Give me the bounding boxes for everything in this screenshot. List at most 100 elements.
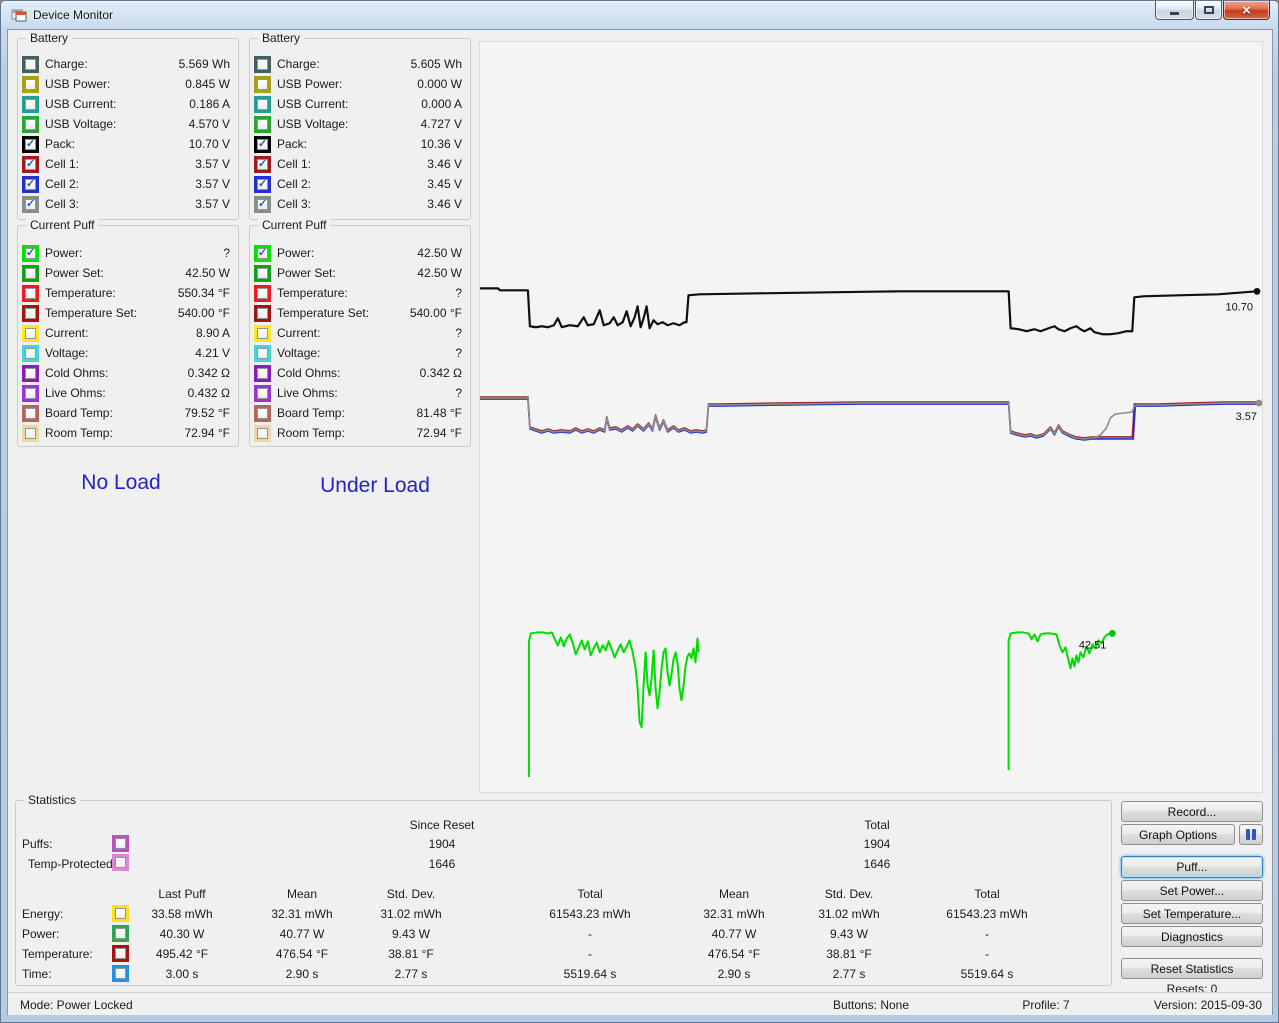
- temp-protected-label: Temp-Protected:: [28, 857, 116, 871]
- diagnostics-button[interactable]: Diagnostics: [1121, 926, 1263, 947]
- live-ohms-checkbox[interactable]: [22, 385, 39, 402]
- metric-label: Room Temp:: [277, 426, 345, 440]
- group-title: Current Puff: [26, 218, 98, 232]
- board-temp-checkbox[interactable]: [254, 405, 271, 422]
- pause-icon: [1246, 829, 1250, 840]
- stat-cell: -: [902, 947, 1072, 961]
- group-title: Battery: [258, 31, 304, 45]
- current-checkbox[interactable]: [254, 325, 271, 342]
- metric-row: Board Temp:81.48 °F: [250, 403, 470, 423]
- metric-row: USB Power:0.000 W: [250, 74, 470, 94]
- temperature-checkbox[interactable]: [22, 285, 39, 302]
- checkmark: [25, 99, 36, 110]
- power-checkbox[interactable]: ✓: [254, 245, 271, 262]
- metric-label: Power Set:: [45, 266, 104, 280]
- reset-statistics-button[interactable]: Reset Statistics: [1121, 958, 1263, 979]
- titlebar[interactable]: Device Monitor ×: [1, 1, 1278, 29]
- cell-2-checkbox[interactable]: ✓: [22, 176, 39, 193]
- room-temp-checkbox[interactable]: [22, 425, 39, 442]
- metric-value: 3.46 V: [427, 197, 462, 211]
- stat-cell: 5519.64 s: [902, 967, 1072, 981]
- voltage-checkbox[interactable]: [254, 345, 271, 362]
- checkmark: [257, 348, 268, 359]
- metric-row: Power Set:42.50 W: [18, 263, 238, 283]
- current-checkbox[interactable]: [22, 325, 39, 342]
- checkmark: [257, 428, 268, 439]
- puff-button[interactable]: Puff...: [1121, 856, 1263, 878]
- cell-1-checkbox[interactable]: ✓: [22, 156, 39, 173]
- cold-ohms-checkbox[interactable]: [254, 365, 271, 382]
- stat-cell: 38.81 °F: [326, 947, 496, 961]
- pack-checkbox[interactable]: ✓: [254, 136, 271, 153]
- cell-3-checkbox[interactable]: ✓: [22, 196, 39, 213]
- minimize-button[interactable]: [1155, 1, 1194, 20]
- temperature-set-checkbox[interactable]: [254, 305, 271, 322]
- metric-label: Cell 2:: [45, 177, 79, 191]
- set-power-button[interactable]: Set Power...: [1121, 880, 1263, 901]
- metric-label: Pack:: [277, 137, 307, 151]
- voltage-power-graph[interactable]: 10.703.5742.51: [479, 41, 1263, 793]
- cell-3-checkbox[interactable]: ✓: [254, 196, 271, 213]
- pause-button[interactable]: [1239, 824, 1263, 845]
- checkmark: [25, 79, 36, 90]
- cell-2-checkbox[interactable]: ✓: [254, 176, 271, 193]
- checkmark: [257, 268, 268, 279]
- metric-label: Board Temp:: [277, 406, 345, 420]
- power-set-checkbox[interactable]: [22, 265, 39, 282]
- puffs-count: 1904: [792, 837, 962, 851]
- metric-row: ✓Cell 1:3.57 V: [18, 154, 238, 174]
- metric-value: ?: [455, 346, 462, 360]
- metric-row: Voltage:?: [250, 343, 470, 363]
- temp-protected-checkbox[interactable]: [112, 854, 129, 871]
- set-temperature-button[interactable]: Set Temperature...: [1121, 903, 1263, 924]
- checkmark: [115, 857, 126, 868]
- checkmark: [257, 388, 268, 399]
- metric-value: 79.52 °F: [185, 406, 231, 420]
- metric-value: 3.57 V: [195, 197, 230, 211]
- charge-checkbox[interactable]: [254, 56, 271, 73]
- voltage-checkbox[interactable]: [22, 345, 39, 362]
- usb-power-checkbox[interactable]: [22, 76, 39, 93]
- usb-voltage-checkbox[interactable]: [254, 116, 271, 133]
- puffs-checkbox[interactable]: [112, 835, 129, 852]
- room-temp-checkbox[interactable]: [254, 425, 271, 442]
- metric-label: Current:: [277, 326, 320, 340]
- metric-row: Current:?: [250, 323, 470, 343]
- cell-1-checkbox[interactable]: ✓: [254, 156, 271, 173]
- metric-label: Cell 2:: [277, 177, 311, 191]
- maximize-button[interactable]: [1195, 1, 1222, 20]
- usb-voltage-checkbox[interactable]: [22, 116, 39, 133]
- stat-cell: -: [902, 927, 1072, 941]
- board-temp-checkbox[interactable]: [22, 405, 39, 422]
- checkmark: [25, 119, 36, 130]
- metric-row: ✓Power:?: [18, 243, 238, 263]
- maximize-icon: [1204, 6, 1214, 14]
- stat-section-header: Total: [792, 818, 962, 832]
- usb-current-checkbox[interactable]: [254, 96, 271, 113]
- live-ohms-checkbox[interactable]: [254, 385, 271, 402]
- close-button[interactable]: ×: [1223, 1, 1270, 20]
- metric-row: ✓Cell 2:3.45 V: [250, 174, 470, 194]
- charge-checkbox[interactable]: [22, 56, 39, 73]
- usb-power-checkbox[interactable]: [254, 76, 271, 93]
- power-set-checkbox[interactable]: [254, 265, 271, 282]
- status-version: Version: 2015-09-30: [1154, 998, 1262, 1012]
- metric-label: Live Ohms:: [277, 386, 338, 400]
- cold-ohms-checkbox[interactable]: [22, 365, 39, 382]
- stat-col-header: Std. Dev.: [326, 887, 496, 901]
- pack-checkbox[interactable]: ✓: [22, 136, 39, 153]
- metric-label: Cell 1:: [277, 157, 311, 171]
- graph-options-button[interactable]: Graph Options: [1121, 824, 1235, 845]
- series-power-puff-1: [529, 632, 699, 777]
- metric-label: Current:: [45, 326, 88, 340]
- metric-label: USB Current:: [45, 97, 116, 111]
- metric-label: Power:: [277, 246, 314, 260]
- temperature-set-checkbox[interactable]: [22, 305, 39, 322]
- metric-row: Power Set:42.50 W: [250, 263, 470, 283]
- checkmark: [25, 328, 36, 339]
- power-checkbox[interactable]: ✓: [22, 245, 39, 262]
- temperature-checkbox[interactable]: [254, 285, 271, 302]
- usb-current-checkbox[interactable]: [22, 96, 39, 113]
- metric-value: 540.00 °F: [410, 306, 462, 320]
- record-button[interactable]: Record...: [1121, 801, 1263, 822]
